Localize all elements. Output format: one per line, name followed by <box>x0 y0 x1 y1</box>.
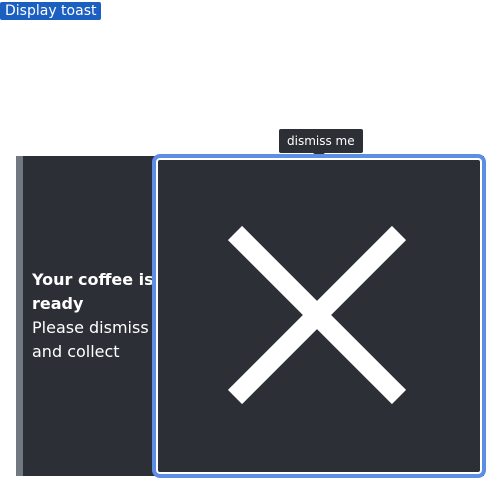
toast-message: Please dismiss and collect <box>32 318 149 361</box>
display-toast-button[interactable]: Display toast <box>0 2 102 20</box>
toast-content: Your coffee is ready Please dismiss and … <box>32 156 162 476</box>
toast-title: Your coffee is ready <box>32 270 154 313</box>
dismiss-tooltip: dismiss me <box>279 129 363 153</box>
close-icon <box>227 225 407 405</box>
dismiss-button[interactable] <box>156 158 482 474</box>
page: Display toast dismiss me Your coffee is … <box>0 0 500 500</box>
toast: Your coffee is ready Please dismiss and … <box>16 156 484 476</box>
toast-accent-bar <box>16 156 23 476</box>
